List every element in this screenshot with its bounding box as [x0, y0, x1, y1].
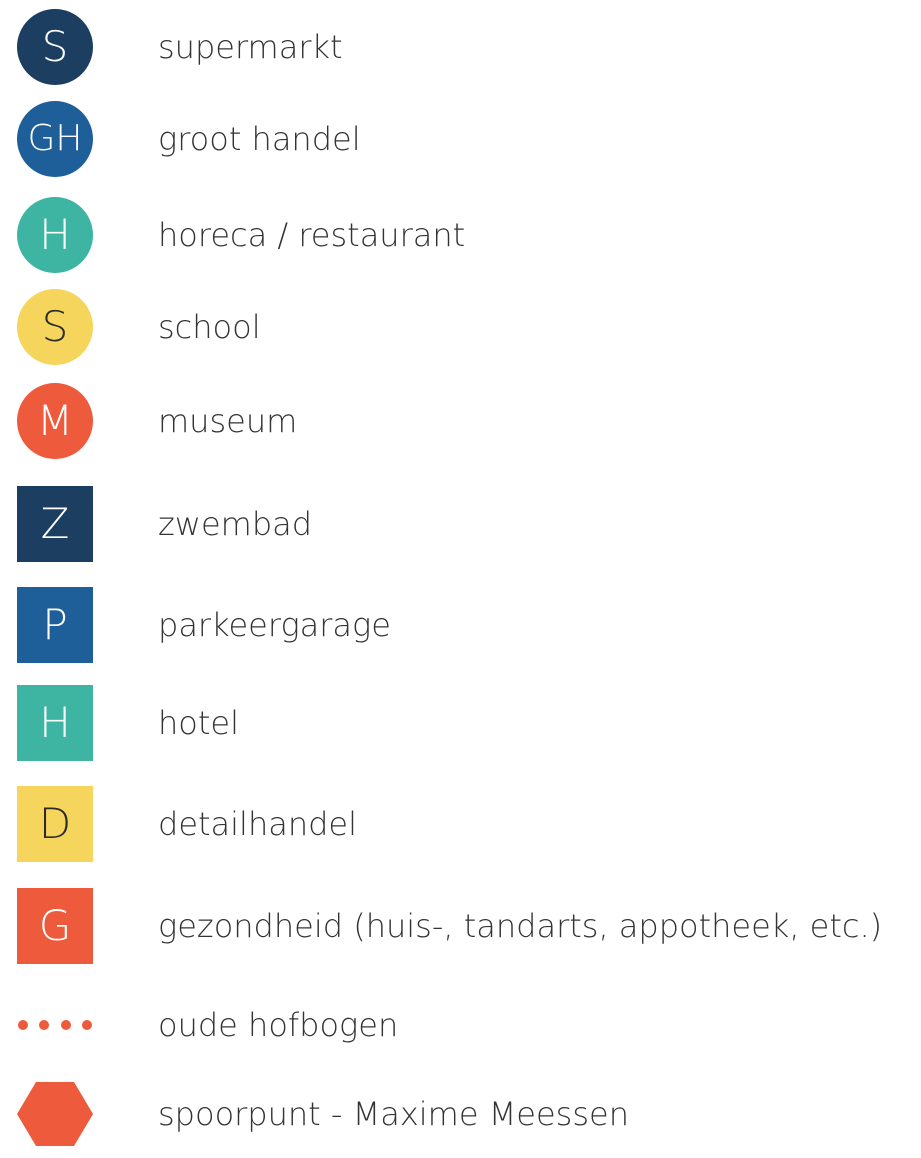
legend-label: groot handel	[158, 120, 361, 158]
symbol-letter: P	[42, 600, 68, 649]
symbol-letter: H	[39, 210, 71, 259]
school-icon: S	[17, 289, 93, 365]
horeca-icon: H	[17, 197, 93, 273]
legend-item-groot-handel: GH groot handel	[0, 99, 921, 179]
legend-label: museum	[158, 402, 298, 440]
legend-item-hotel: H hotel	[0, 683, 921, 763]
gezondheid-icon: G	[17, 888, 93, 964]
legend-item-school: S school	[0, 287, 921, 367]
zwembad-icon: Z	[17, 486, 93, 562]
dot	[81, 1020, 92, 1030]
legend-label: gezondheid (huis-, tandarts, appotheek, …	[158, 907, 883, 945]
legend-item-horeca: H horeca / restaurant	[0, 195, 921, 275]
legend-label: supermarkt	[158, 28, 343, 66]
dot	[60, 1020, 71, 1030]
dot	[39, 1020, 50, 1030]
symbol-letter: Z	[40, 499, 70, 548]
parkeergarage-icon: P	[17, 587, 93, 663]
legend-label: horeca / restaurant	[158, 216, 466, 254]
symbol-letter: M	[36, 396, 74, 445]
hotel-icon: H	[17, 685, 93, 761]
hexagon-shape	[17, 1082, 93, 1146]
symbol-letter: G	[38, 901, 72, 950]
legend-item-detailhandel: D detailhandel	[0, 784, 921, 864]
legend-label: hotel	[158, 704, 239, 742]
legend-item-gezondheid: G gezondheid (huis-, tandarts, appotheek…	[0, 886, 921, 966]
legend-item-museum: M museum	[0, 381, 921, 461]
symbol-letter: H	[39, 698, 71, 747]
hexagon-icon	[17, 1076, 93, 1152]
detailhandel-icon: D	[17, 786, 93, 862]
legend-label: spoorpunt - Maxime Meessen	[158, 1095, 629, 1133]
legend-item-oude-hofbogen: oude hofbogen	[0, 985, 921, 1065]
legend-item-supermarkt: S supermarkt	[0, 7, 921, 87]
supermarkt-icon: S	[17, 9, 93, 85]
groot-handel-icon: GH	[17, 101, 93, 177]
symbol-letter: S	[41, 22, 69, 71]
symbol-letter: GH	[27, 118, 83, 159]
legend-label: school	[158, 308, 261, 346]
map-legend: S supermarkt GH groot handel H horeca / …	[0, 0, 921, 1158]
dot	[18, 1020, 28, 1030]
symbol-letter: S	[41, 302, 69, 351]
legend-label: zwembad	[158, 505, 313, 543]
legend-item-zwembad: Z zwembad	[0, 484, 921, 564]
symbol-letter: D	[38, 799, 72, 848]
museum-icon: M	[17, 383, 93, 459]
legend-item-parkeergarage: P parkeergarage	[0, 585, 921, 665]
legend-label: detailhandel	[158, 805, 357, 843]
dotted-line-icon	[17, 987, 93, 1063]
legend-item-spoorpunt: spoorpunt - Maxime Meessen	[0, 1074, 921, 1154]
legend-label: parkeergarage	[158, 606, 391, 644]
legend-label: oude hofbogen	[158, 1006, 399, 1044]
